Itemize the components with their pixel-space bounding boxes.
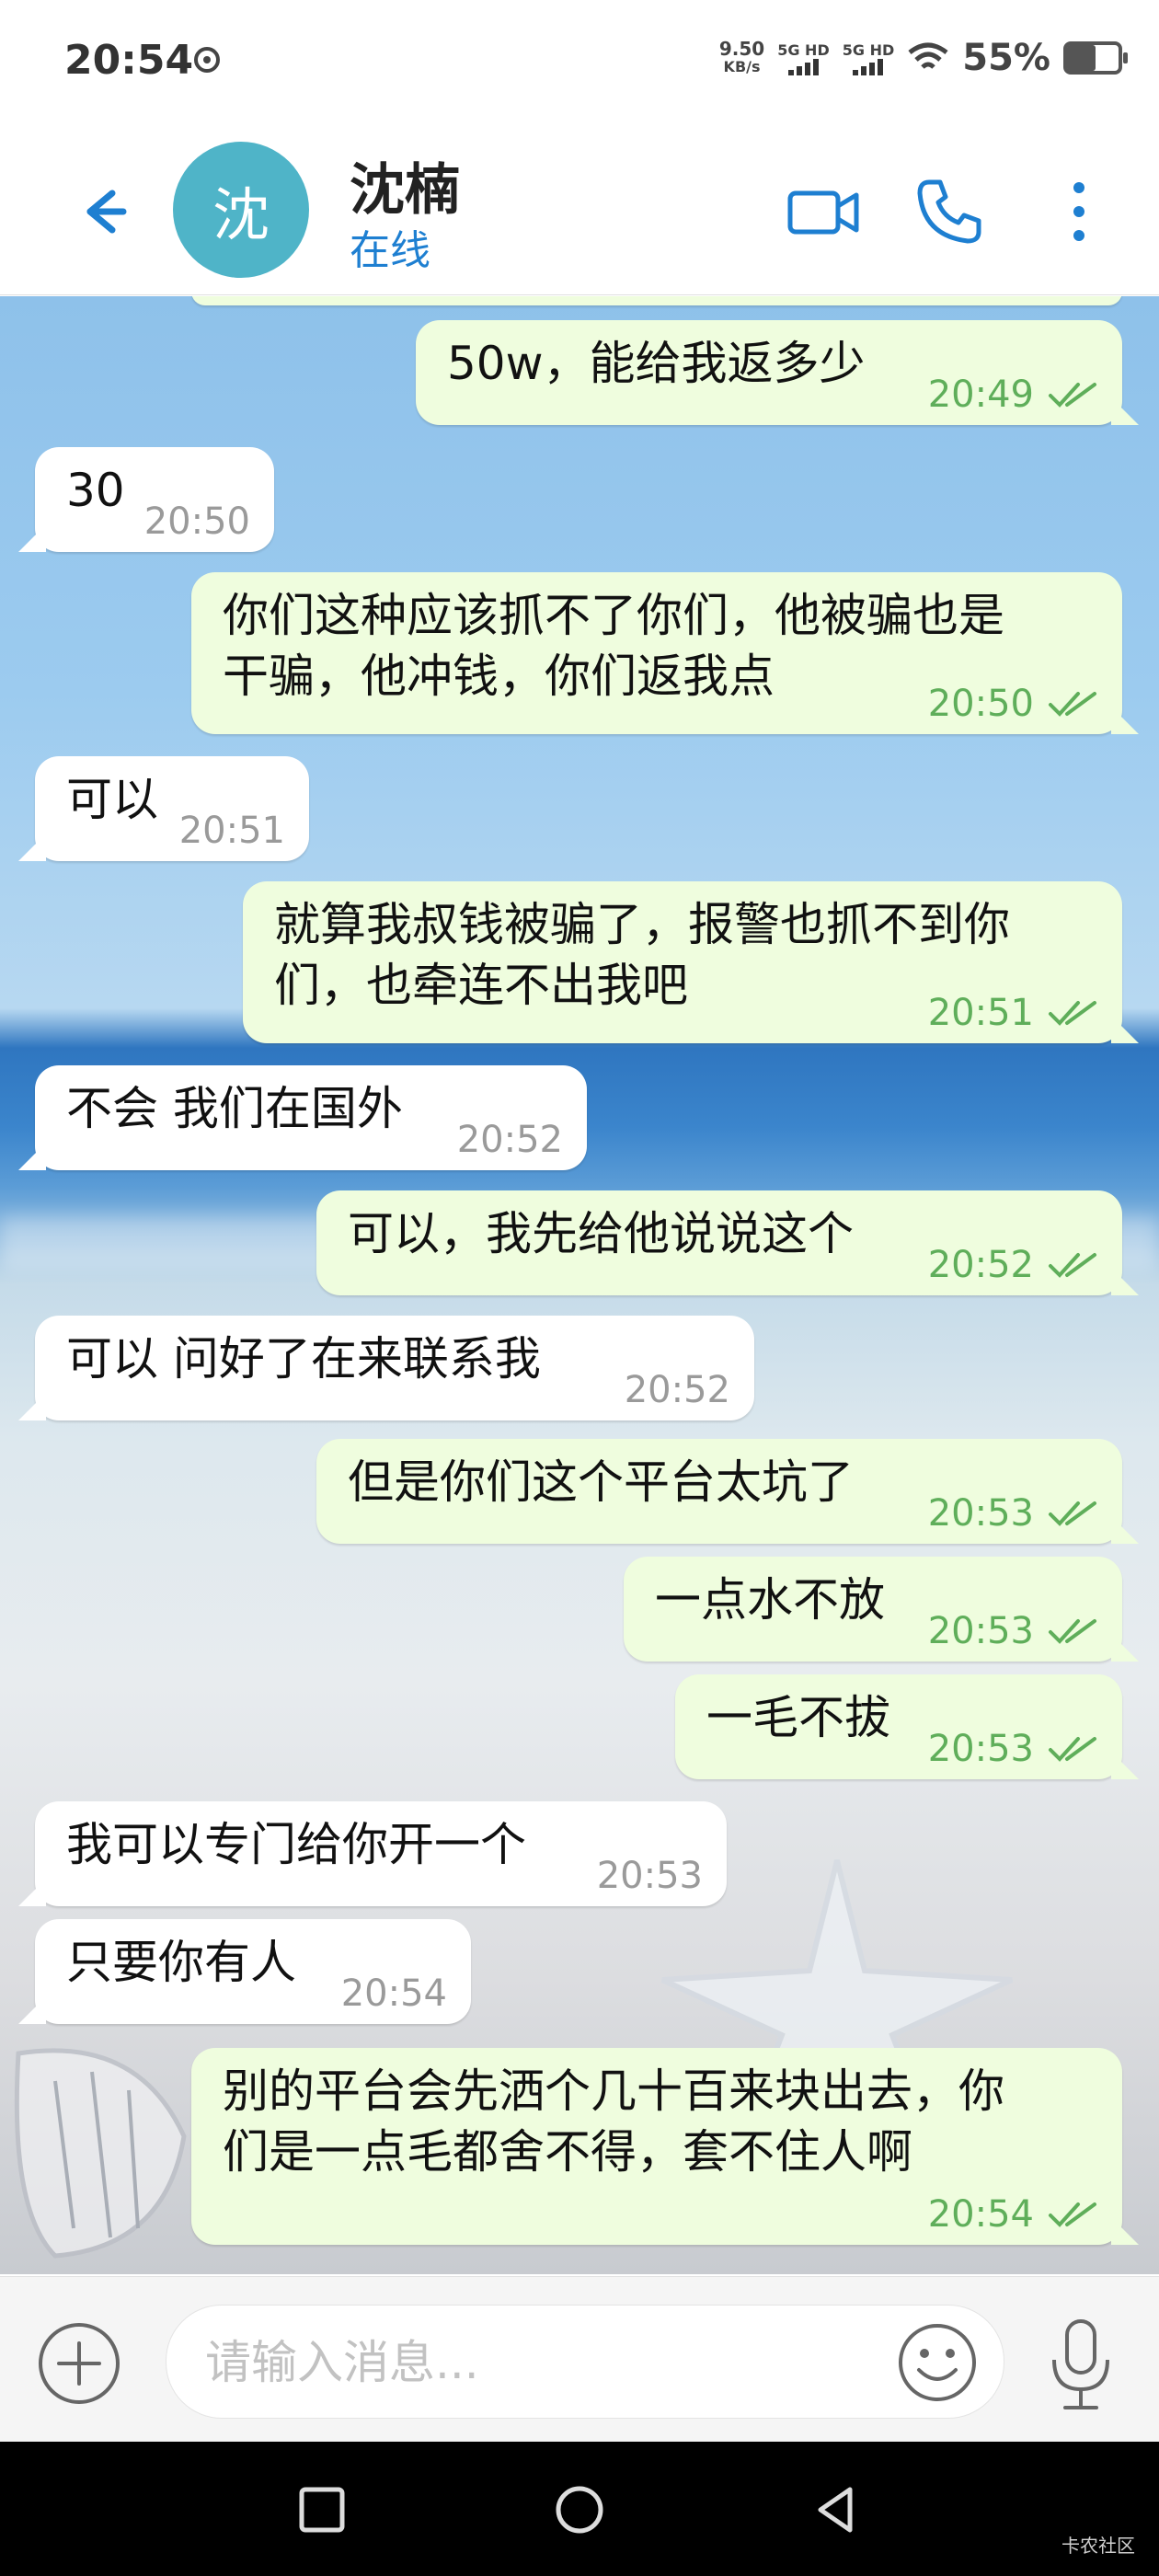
message-time: 20:51 (178, 810, 285, 852)
system-nav-bar: 卡农社区 (0, 2442, 1159, 2576)
status-bar: 20:54 9.50 KB/s 5G HD 5G HD 55% (0, 0, 1159, 129)
contact-name[interactable]: 沈楠 (350, 145, 460, 225)
read-double-check-icon (1049, 692, 1096, 717)
message-text: 可以 (66, 773, 158, 826)
read-double-check-icon (1049, 1001, 1096, 1026)
bubble-tail (1111, 1516, 1139, 1544)
message-text: 30 (66, 464, 125, 517)
incoming-message[interactable]: 我可以专门给你开一个 20:53 (18, 1801, 727, 1906)
message-text: 不会 我们在国外 (66, 1082, 403, 1135)
message-time: 20:52 (927, 1244, 1034, 1286)
message-time: 20:53 (927, 1610, 1034, 1652)
bubble-tail (1111, 2217, 1139, 2245)
recents-square-icon[interactable] (294, 2482, 350, 2537)
contact-status: 在线 (350, 227, 430, 274)
outgoing-message[interactable]: 50w，能给我返多少 20:49 (416, 320, 1139, 425)
bubble-tail (1111, 397, 1139, 425)
read-double-check-icon (1049, 1501, 1096, 1526)
message-text: 们，也牵连不出我吧 (274, 959, 688, 1012)
read-double-check-icon (1049, 383, 1096, 408)
outgoing-message[interactable]: 可以，我先给他说说这个 20:52 (316, 1190, 1139, 1295)
input-bar (0, 2276, 1159, 2443)
message-time: 20:53 (596, 1855, 703, 1897)
gear-icon (194, 47, 220, 73)
shell-wallpaper-icon (14, 2048, 187, 2259)
bubble-tail (18, 524, 46, 552)
message-time: 20:51 (927, 992, 1034, 1034)
message-text: 50w，能给我返多少 (447, 337, 866, 390)
message-text: 一点水不放 (655, 1573, 885, 1627)
outgoing-message[interactable]: 就算我叔钱被骗了，报警也抓不到你 们，也牵连不出我吧 20:51 (243, 881, 1139, 1043)
video-call-icon[interactable] (786, 175, 860, 248)
message-text: 就算我叔钱被骗了，报警也抓不到你 (274, 898, 1010, 951)
battery-icon (1063, 41, 1128, 75)
outgoing-message[interactable]: 别的平台会先洒个几十百来块出去，你 们是一点毛都舍不得，套不住人啊 20:54 (191, 2048, 1139, 2245)
bubble-tail (18, 834, 46, 861)
message-time: 20:50 (143, 500, 250, 543)
incoming-message[interactable]: 可以 20:51 (18, 756, 309, 861)
message-text: 们是一点毛都舍不得，套不住人啊 (223, 2125, 912, 2179)
message-time: 20:53 (927, 1492, 1034, 1535)
network-speed: 9.50 KB/s (718, 38, 765, 75)
watermark: 卡农社区 (1061, 2535, 1135, 2557)
outgoing-message[interactable]: 一点水不放 20:53 (624, 1557, 1139, 1662)
message-time: 20:54 (340, 1972, 447, 2015)
message-time: 20:53 (927, 1728, 1034, 1770)
message-time: 20:52 (624, 1369, 730, 1411)
read-double-check-icon (1049, 2202, 1096, 2227)
message-time: 20:49 (927, 374, 1034, 416)
attach-plus-icon[interactable] (35, 2319, 123, 2408)
read-double-check-icon (1049, 1737, 1096, 1762)
message-text: 但是你们这个平台太坑了 (348, 1455, 854, 1509)
message-input-field[interactable] (166, 2305, 1004, 2419)
bubble-tail (1111, 1016, 1139, 1043)
message-text: 可以，我先给他说说这个 (348, 1207, 854, 1260)
status-time: 20:54 (64, 37, 194, 84)
bubble-tail (1111, 1752, 1139, 1779)
message-time: 20:54 (927, 2193, 1034, 2236)
avatar[interactable]: 沈 (173, 142, 309, 278)
signal-sim2-icon: 5G HD (843, 41, 894, 75)
message-time: 20:52 (456, 1119, 563, 1161)
bubble-tail (18, 1393, 46, 1420)
message-input[interactable] (203, 2331, 851, 2394)
bubble-tail (1111, 1268, 1139, 1295)
outgoing-message[interactable]: 你们这种应该抓不了你们，他被骗也是 干骗，他冲钱，你们返我点 20:50 (191, 572, 1139, 734)
bubble-tail (1111, 1634, 1139, 1662)
microphone-icon[interactable] (1039, 2314, 1122, 2415)
incoming-message[interactable]: 可以 问好了在来联系我 20:52 (18, 1316, 754, 1420)
bubble-tail (1111, 707, 1139, 734)
read-double-check-icon (1049, 1253, 1096, 1278)
home-circle-icon[interactable] (552, 2482, 607, 2537)
battery-percent: 55% (962, 37, 1050, 79)
message-text: 干骗，他冲钱，你们返我点 (223, 650, 775, 703)
message-text: 只要你有人 (66, 1936, 296, 1989)
outgoing-message[interactable]: 一毛不拔 20:53 (675, 1674, 1139, 1779)
status-right: 9.50 KB/s 5G HD 5G HD 55% (718, 37, 1128, 79)
message-text: 你们这种应该抓不了你们，他被骗也是 (223, 589, 1004, 642)
wifi-icon (908, 42, 948, 69)
message-text: 我可以专门给你开一个 (66, 1818, 526, 1871)
chat-header: 沈 沈楠 在线 (0, 129, 1159, 295)
bubble-tail (18, 1879, 46, 1906)
back-arrow-icon[interactable] (64, 175, 138, 248)
message-text: 一毛不拔 (706, 1691, 890, 1744)
message-text: 可以 问好了在来联系我 (66, 1332, 541, 1386)
bubble-tail (18, 1996, 46, 2024)
message-text: 别的平台会先洒个几十百来块出去，你 (223, 2064, 1004, 2118)
phone-call-icon[interactable] (912, 175, 986, 248)
message-bubble-clipped (191, 296, 1122, 305)
incoming-message[interactable]: 只要你有人 20:54 (18, 1919, 471, 2024)
signal-sim1-icon: 5G HD (777, 41, 830, 75)
read-double-check-icon (1049, 1619, 1096, 1644)
message-list[interactable]: 50w，能给我返多少 20:49 30 20:50 你们这种应该抓不了你们，他被骗也是干… (0, 296, 1159, 2274)
incoming-message[interactable]: 30 20:50 (18, 447, 274, 552)
more-vert-icon[interactable] (1042, 175, 1116, 248)
outgoing-message[interactable]: 但是你们这个平台太坑了 20:53 (316, 1439, 1139, 1544)
back-triangle-icon[interactable] (809, 2482, 865, 2537)
bubble-tail (18, 1143, 46, 1170)
emoji-icon[interactable] (895, 2320, 980, 2405)
incoming-message[interactable]: 不会 我们在国外 20:52 (18, 1065, 587, 1170)
message-time: 20:50 (927, 683, 1034, 725)
